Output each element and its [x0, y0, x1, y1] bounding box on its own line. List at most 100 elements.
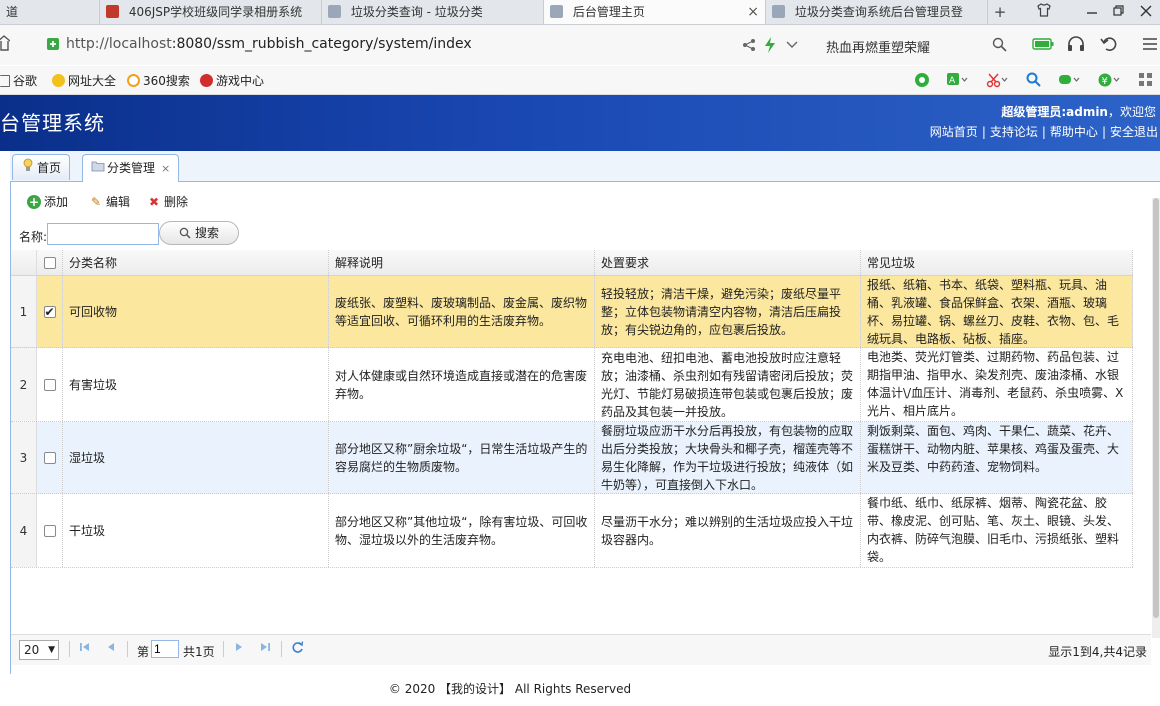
browser-tab-1[interactable]: 道 — [0, 0, 100, 24]
table-row[interactable]: 2 有害垃圾 对人体健康或自然环境造成直接或潜在的危害废弃物。 充电电池、纽扣电… — [11, 348, 1133, 422]
close-tab-icon[interactable]: × — [747, 0, 759, 24]
prev-page-icon[interactable] — [105, 641, 117, 656]
bookmark-url-nav[interactable]: 网址大全 — [52, 72, 116, 89]
cell-explain: 对人体健康或自然环境造成直接或潜在的危害废弃物。 — [329, 348, 595, 421]
table-row[interactable]: 3 湿垃圾 部分地区又称”厨余垃圾“，日常生活垃圾产生的容易腐烂的生物质废物。 … — [11, 422, 1133, 494]
col-header-explain[interactable]: 解释说明 — [329, 250, 595, 275]
add-button[interactable]: + 添加 — [27, 193, 68, 210]
col-header-name[interactable]: 分类名称 — [63, 250, 329, 275]
link-site-home[interactable]: 网站首页 — [930, 125, 978, 139]
browser-tab-4-active[interactable]: 后台管理主页 × — [544, 0, 766, 24]
vertical-scrollbar[interactable] — [1152, 198, 1160, 638]
undo-icon[interactable] — [1100, 36, 1120, 55]
browser-tab-2[interactable]: 406JSP学校班级同学录相册系统 — [100, 0, 322, 24]
close-tab-icon[interactable]: × — [161, 162, 170, 175]
home-icon[interactable] — [0, 35, 11, 54]
wechat-icon[interactable] — [914, 72, 930, 91]
cell-common: 报纸、纸箱、书本、纸袋、塑料瓶、玩具、油桶、乳液罐、食品保鲜盒、衣架、酒瓶、玻璃… — [861, 276, 1133, 347]
link-help-center[interactable]: 帮助中心 — [1050, 125, 1098, 139]
delete-x-icon: ✖ — [148, 195, 160, 209]
translate-icon[interactable]: A — [946, 72, 968, 91]
lightbulb-icon — [21, 155, 35, 181]
row-checkbox[interactable] — [43, 524, 56, 537]
browser-tab-3[interactable]: 垃圾分类查询 - 垃圾分类 — [322, 0, 544, 24]
page-icon — [0, 75, 10, 87]
url-field[interactable]: http://localhost:8080/ssm_rubbish_catego… — [66, 36, 472, 52]
next-page-icon[interactable] — [233, 641, 245, 656]
page-number-input[interactable] — [151, 640, 179, 658]
gamepad-icon[interactable] — [1058, 72, 1080, 91]
folder-icon — [91, 155, 105, 181]
link-support-forum[interactable]: 支持论坛 — [990, 125, 1038, 139]
row-number: 4 — [11, 494, 37, 567]
page-favicon-icon — [328, 5, 341, 18]
shirt-skin-icon[interactable] — [1030, 0, 1058, 24]
record-count-text: 显示1到4,共4记录 — [1048, 645, 1147, 659]
search-button[interactable]: 搜索 — [159, 221, 239, 245]
last-page-icon[interactable] — [259, 641, 271, 656]
cell-name: 干垃圾 — [63, 494, 329, 567]
delete-button[interactable]: ✖ 删除 — [147, 193, 188, 210]
link-logout[interactable]: 安全退出 — [1110, 125, 1158, 139]
pager-divider — [223, 641, 224, 657]
tab-home-label: 首页 — [37, 161, 62, 175]
url-host: http://localhost — [66, 36, 172, 52]
col-header-require[interactable]: 处置要求 — [595, 250, 861, 275]
close-window-icon[interactable] — [1132, 0, 1160, 24]
scrollbar-thumb[interactable] — [1153, 198, 1159, 618]
site-favicon-icon — [106, 5, 119, 18]
content-tabs: 首页 分类管理 × — [10, 151, 1160, 182]
col-header-common[interactable]: 常见垃圾 — [861, 250, 1133, 275]
restore-window-icon[interactable] — [1104, 0, 1132, 24]
svg-text:¥: ¥ — [1102, 76, 1108, 87]
table-row[interactable]: 4 干垃圾 部分地区又称”其他垃圾“，除有害垃圾、可回收物、湿垃圾以外的生活废弃… — [11, 494, 1133, 568]
first-page-icon[interactable] — [79, 641, 91, 656]
table-row[interactable]: 1 可回收物 废纸张、废塑料、废玻璃制品、废金属、废织物等适宜回收、可循环利用的… — [11, 276, 1133, 348]
cell-explain: 废纸张、废塑料、废玻璃制品、废金属、废织物等适宜回收、可循环利用的生活废弃物。 — [329, 276, 595, 347]
page-favicon-icon — [550, 5, 563, 18]
row-number: 1 — [11, 276, 37, 347]
apps-grid-icon[interactable] — [1138, 72, 1154, 91]
refresh-icon[interactable] — [291, 641, 304, 657]
plus-icon: + — [27, 195, 41, 209]
bookmark-360-search[interactable]: 360搜索 — [127, 72, 190, 89]
browser-tab-label: 406JSP学校班级同学录相册系统 — [128, 5, 303, 19]
yen-coin-icon[interactable]: ¥ — [1098, 72, 1120, 91]
browser-tab-5[interactable]: 垃圾分类查询系统后台管理员登 — [766, 0, 988, 24]
bookmark-game-center[interactable]: 游戏中心 — [200, 72, 264, 89]
hot-search-text[interactable]: 热血再燃重塑荣耀 — [826, 37, 930, 56]
cell-explain: 部分地区又称”厨余垃圾“，日常生活垃圾产生的容易腐烂的生物质废物。 — [329, 422, 595, 493]
row-checkbox-cell — [37, 276, 63, 347]
select-all-checkbox[interactable] — [43, 256, 56, 269]
welcome-text: 超级管理员:admin，欢迎您 — [1001, 103, 1156, 120]
name-search-input[interactable] — [47, 223, 159, 245]
tab-home[interactable]: 首页 — [12, 154, 71, 181]
chevron-down-icon[interactable] — [786, 39, 798, 53]
lightning-icon[interactable] — [764, 37, 776, 56]
page-prefix: 第 — [137, 645, 150, 659]
scissors-icon[interactable] — [986, 72, 1008, 91]
search-icon[interactable] — [992, 37, 1007, 55]
edit-button[interactable]: ✎ 编辑 — [89, 193, 130, 210]
minimize-window-icon[interactable] — [1078, 0, 1106, 24]
page-size-select[interactable]: 20 ▼ — [19, 640, 59, 660]
row-checkbox[interactable] — [43, 378, 56, 391]
tab-category-management[interactable]: 分类管理 × — [82, 154, 180, 182]
magnifier-icon[interactable] — [1026, 72, 1042, 91]
grid-header: 分类名称 解释说明 处置要求 常见垃圾 — [11, 250, 1133, 276]
pager-divider — [281, 641, 282, 657]
bookmark-google[interactable]: 谷歌 — [0, 72, 37, 89]
cell-explain: 部分地区又称”其他垃圾“，除有害垃圾、可回收物、湿垃圾以外的生活废弃物。 — [329, 494, 595, 567]
bookmarks-bar: 谷歌 网址大全 360搜索 游戏中心 A ¥ — [0, 66, 1160, 95]
battery-icon[interactable] — [1032, 38, 1054, 53]
secure-shield-icon — [46, 37, 60, 54]
row-checkbox[interactable] — [43, 303, 56, 321]
row-number: 2 — [11, 348, 37, 421]
row-checkbox[interactable] — [43, 451, 56, 464]
share-icon[interactable] — [742, 38, 756, 55]
menu-icon[interactable] — [1142, 37, 1158, 54]
new-tab-icon[interactable]: + — [986, 0, 1014, 24]
game-logo-icon — [200, 74, 213, 87]
row-checkbox-cell — [37, 348, 63, 421]
headphones-icon[interactable] — [1066, 36, 1086, 55]
